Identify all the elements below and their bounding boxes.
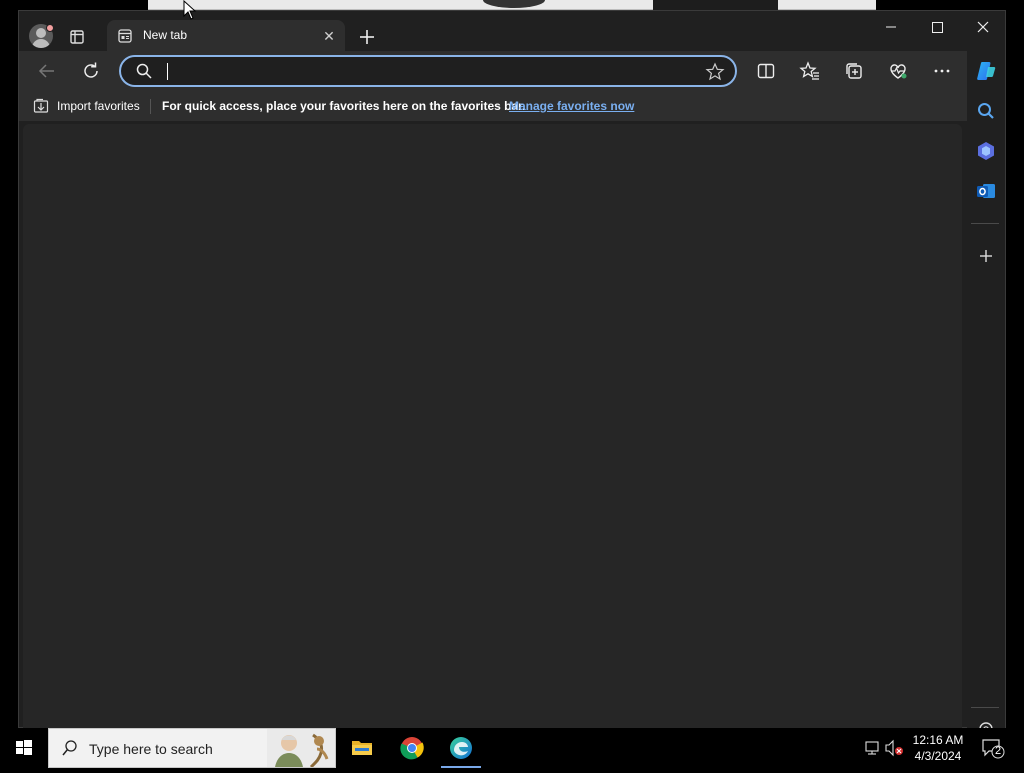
maximize-icon[interactable] (915, 15, 959, 39)
favorites-icon[interactable] (798, 59, 822, 83)
windows-start-icon[interactable] (0, 728, 48, 768)
address-bar[interactable] (119, 55, 737, 87)
tab-title: New tab (143, 28, 188, 42)
taskbar-search-box[interactable]: Type here to search (48, 728, 336, 769)
minimize-icon[interactable] (869, 15, 913, 39)
import-favorites-icon (33, 98, 51, 114)
import-favorites-label: Import favorites (57, 99, 140, 113)
address-input[interactable] (169, 61, 689, 83)
split-screen-icon[interactable] (754, 59, 778, 83)
collections-icon[interactable] (842, 59, 866, 83)
desktop: New tab ✕ Import favorites For quick acc… (0, 0, 1024, 769)
search-icon (135, 62, 153, 80)
toolbar (19, 51, 967, 91)
taskbar: Type here to search 12:16 AM 4/3/2024 2 (0, 728, 1024, 769)
clock-time: 12:16 AM (912, 733, 964, 747)
notification-icon[interactable]: 2 (980, 736, 1006, 760)
tab-actions-icon[interactable] (67, 27, 87, 47)
taskbar-search-placeholder: Type here to search (89, 741, 213, 757)
new-tab-page-icon (117, 28, 133, 44)
taskbar-clock[interactable]: 12:16 AM 4/3/2024 (900, 732, 976, 764)
profile-notification-dot (46, 24, 54, 32)
tab-new-tab[interactable]: New tab ✕ (107, 20, 345, 52)
title-bar: New tab ✕ (19, 11, 1005, 52)
favorites-divider (150, 99, 151, 114)
outlook-icon[interactable] (974, 179, 998, 203)
search-icon (61, 739, 79, 757)
browser-essentials-icon[interactable] (886, 59, 910, 83)
profile-head (36, 28, 46, 38)
more-icon[interactable] (930, 59, 954, 83)
sidebar-copilot-icon[interactable] (974, 139, 998, 163)
refresh-icon[interactable] (79, 59, 103, 83)
favorite-star-icon[interactable] (705, 62, 725, 82)
close-window-icon[interactable] (961, 15, 1005, 39)
favorites-hint: For quick access, place your favorites h… (162, 99, 526, 113)
edge-icon[interactable] (437, 728, 485, 768)
edge-browser-window: New tab ✕ Import favorites For quick acc… (18, 10, 1006, 729)
background-window-strip (148, 0, 876, 10)
add-icon[interactable] (974, 244, 998, 268)
network-icon[interactable] (864, 739, 880, 757)
search-highlight-illustration-icon (267, 729, 335, 769)
background-shape-dark (653, 0, 778, 10)
plus-icon[interactable] (355, 25, 379, 49)
sidebar-search-icon[interactable] (974, 99, 998, 123)
clock-date: 4/3/2024 (914, 749, 962, 763)
sidebar (967, 51, 1005, 729)
mouse-pointer-icon (183, 0, 197, 20)
file-explorer-icon[interactable] (338, 728, 386, 768)
background-shape (483, 0, 545, 8)
import-favorites-button[interactable]: Import favorites (33, 98, 140, 114)
copilot-icon[interactable] (974, 59, 998, 83)
page-content (23, 124, 962, 728)
back-icon[interactable] (35, 59, 59, 83)
favorites-bar: Import favorites For quick access, place… (19, 91, 967, 121)
sidebar-divider-bottom (971, 707, 999, 708)
manage-favorites-link[interactable]: Manage favorites now (509, 99, 634, 113)
close-icon[interactable]: ✕ (321, 28, 337, 44)
text-cursor (167, 63, 168, 80)
chrome-icon[interactable] (388, 728, 436, 768)
notification-count: 2 (994, 745, 1002, 757)
sidebar-divider (971, 223, 999, 224)
profile-body (32, 39, 50, 48)
